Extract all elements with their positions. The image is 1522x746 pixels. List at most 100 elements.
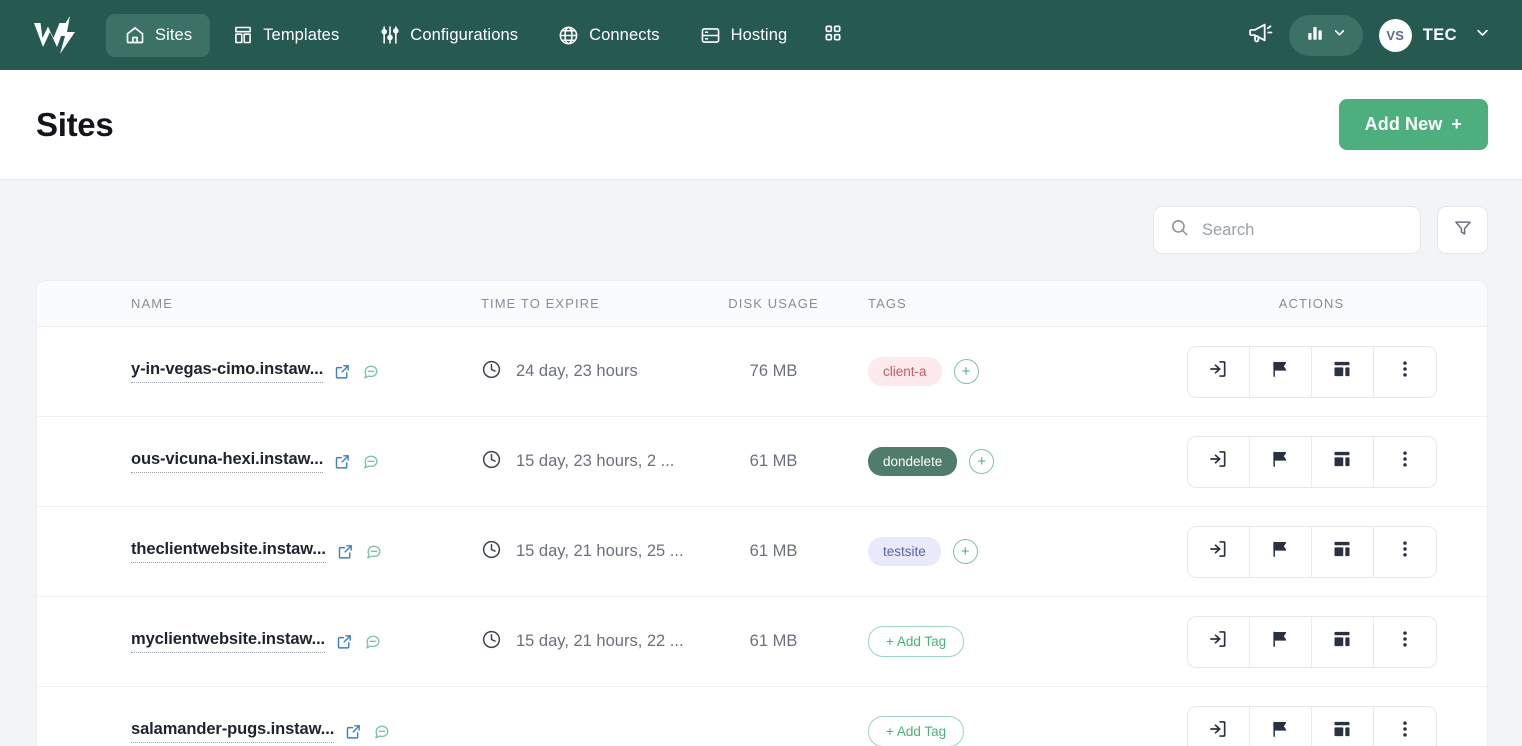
- nav-right-cluster: VS TEC: [1241, 0, 1500, 70]
- stats-dropdown-button[interactable]: [1288, 14, 1363, 56]
- search-input[interactable]: [1202, 220, 1404, 240]
- login-to-site-button[interactable]: [1187, 346, 1250, 397]
- actions-cell: [1136, 345, 1487, 398]
- site-dashboard-button[interactable]: [1311, 526, 1374, 577]
- login-arrow-icon: [1208, 449, 1228, 474]
- login-to-site-button[interactable]: [1187, 616, 1250, 667]
- nav-item-hosting[interactable]: Hosting: [682, 14, 806, 57]
- flag-site-button[interactable]: [1249, 526, 1312, 577]
- site-tag[interactable]: dondelete: [868, 447, 958, 476]
- clock-icon: [481, 449, 502, 475]
- time-to-expire-cell: 15 day, 23 hours, 2 ...: [481, 449, 701, 475]
- plus-icon: +: [1451, 114, 1462, 134]
- site-name-cell: myclientwebsite.instaw...: [131, 630, 481, 653]
- site-tag[interactable]: testsite: [868, 537, 941, 566]
- flag-site-button[interactable]: [1249, 616, 1312, 667]
- vertical-dots-icon: [1395, 359, 1415, 384]
- external-link-icon[interactable]: [334, 453, 351, 470]
- column-header-actions: ACTIONS: [1278, 296, 1345, 311]
- table-row: salamander-pugs.instaw... + Add Tag: [37, 687, 1487, 746]
- content-area: NAME TIME TO EXPIRE DISK USAGE TAGS ACTI…: [0, 180, 1522, 746]
- flag-site-button[interactable]: [1249, 436, 1312, 487]
- more-options-button[interactable]: [1373, 706, 1436, 746]
- nav-item-templates[interactable]: Templates: [214, 14, 357, 57]
- site-dashboard-button[interactable]: [1311, 436, 1374, 487]
- webdock-lightning-logo[interactable]: [30, 13, 90, 57]
- site-dashboard-button[interactable]: [1311, 346, 1374, 397]
- plus-circle-icon[interactable]: +: [952, 539, 978, 564]
- layout-dashboard-icon: [1332, 719, 1352, 744]
- add-new-button[interactable]: Add New +: [1338, 99, 1488, 150]
- add-tag-button[interactable]: + Add Tag: [868, 626, 965, 657]
- more-options-button[interactable]: [1373, 616, 1436, 667]
- flag-icon: [1270, 359, 1290, 384]
- tags-cell: client-a +: [846, 357, 1136, 386]
- site-name-link[interactable]: ous-vicuna-hexi.instaw...: [131, 450, 323, 473]
- search-box[interactable]: [1153, 206, 1421, 254]
- tags-cell: dondelete +: [846, 447, 1136, 476]
- chat-bubble-icon[interactable]: [373, 723, 390, 740]
- time-to-expire-cell: 15 day, 21 hours, 22 ...: [481, 629, 701, 655]
- login-to-site-button[interactable]: [1187, 706, 1250, 746]
- flag-site-button[interactable]: [1249, 346, 1312, 397]
- site-dashboard-button[interactable]: [1311, 616, 1374, 667]
- nav-item-label: Templates: [263, 25, 340, 44]
- layout-dashboard-icon: [1332, 539, 1352, 564]
- nav-item-configurations[interactable]: Configurations: [361, 14, 536, 57]
- grid-apps-button[interactable]: [809, 12, 857, 59]
- clock-icon: [481, 539, 502, 565]
- login-arrow-icon: [1208, 719, 1228, 744]
- login-to-site-button[interactable]: [1187, 526, 1250, 577]
- templates-icon: [232, 25, 253, 46]
- vertical-dots-icon: [1395, 449, 1415, 474]
- external-link-icon[interactable]: [337, 543, 354, 560]
- login-arrow-icon: [1208, 359, 1228, 384]
- add-new-label: Add New: [1364, 114, 1443, 134]
- chat-bubble-icon[interactable]: [364, 633, 381, 650]
- site-name-link[interactable]: y-in-vegas-cimo.instaw...: [131, 360, 323, 383]
- layout-dashboard-icon: [1332, 449, 1352, 474]
- bar-chart-icon: [1306, 24, 1324, 47]
- sites-table: NAME TIME TO EXPIRE DISK USAGE TAGS ACTI…: [36, 280, 1488, 746]
- avatar: VS: [1378, 18, 1412, 52]
- main-nav-items: Sites Templates Configurations Connects …: [106, 12, 857, 59]
- more-options-button[interactable]: [1373, 436, 1436, 487]
- chat-bubble-icon[interactable]: [362, 363, 379, 380]
- chat-bubble-icon[interactable]: [365, 543, 382, 560]
- more-options-button[interactable]: [1373, 346, 1436, 397]
- actions-cell: [1136, 435, 1487, 488]
- tags-cell: + Add Tag: [846, 716, 1136, 746]
- external-link-icon[interactable]: [334, 363, 351, 380]
- filter-button[interactable]: [1437, 206, 1488, 254]
- site-tag[interactable]: client-a: [868, 357, 942, 386]
- external-link-icon[interactable]: [336, 633, 353, 650]
- flag-site-button[interactable]: [1249, 706, 1312, 746]
- nav-item-sites[interactable]: Sites: [106, 13, 211, 57]
- site-name-link[interactable]: salamander-pugs.instaw...: [131, 720, 334, 743]
- add-tag-button[interactable]: + Add Tag: [868, 716, 965, 746]
- site-dashboard-button[interactable]: [1311, 706, 1374, 746]
- table-row: y-in-vegas-cimo.instaw... 24 day, 23 hou…: [37, 327, 1487, 417]
- plus-circle-icon[interactable]: +: [969, 449, 995, 474]
- column-header-time-to-expire: TIME TO EXPIRE: [481, 296, 600, 311]
- external-link-icon[interactable]: [345, 723, 362, 740]
- table-body: y-in-vegas-cimo.instaw... 24 day, 23 hou…: [37, 327, 1487, 746]
- column-header-name: NAME: [131, 296, 173, 311]
- filter-funnel-icon: [1453, 218, 1473, 243]
- login-to-site-button[interactable]: [1187, 436, 1250, 487]
- user-menu[interactable]: VS TEC: [1378, 18, 1457, 52]
- row-actions-group: [1186, 345, 1437, 398]
- search-icon: [1170, 218, 1189, 242]
- vertical-dots-icon: [1395, 719, 1415, 744]
- clock-icon: [481, 359, 502, 385]
- announcements-button[interactable]: [1241, 15, 1281, 55]
- nav-item-connects[interactable]: Connects: [540, 14, 678, 57]
- site-name-cell: theclientwebsite.instaw...: [131, 540, 481, 563]
- plus-circle-icon[interactable]: +: [953, 359, 979, 384]
- site-name-link[interactable]: theclientwebsite.instaw...: [131, 540, 326, 563]
- site-name-link[interactable]: myclientwebsite.instaw...: [131, 630, 325, 653]
- grid-apps-icon: [823, 23, 843, 48]
- chat-bubble-icon[interactable]: [362, 453, 379, 470]
- more-options-button[interactable]: [1373, 526, 1436, 577]
- user-menu-caret-button[interactable]: [1461, 19, 1500, 51]
